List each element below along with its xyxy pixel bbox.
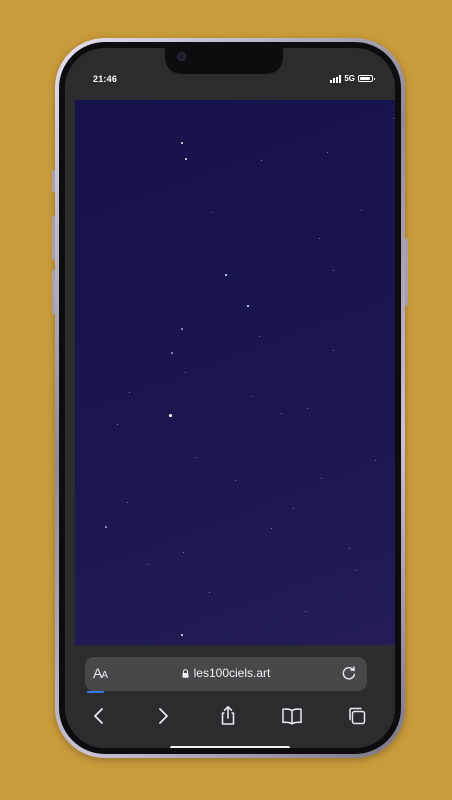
url-display[interactable]: les100ciels.art (85, 666, 367, 680)
star (225, 274, 227, 276)
star (281, 413, 283, 415)
star (251, 396, 252, 397)
tabs-icon (349, 707, 366, 725)
silent-switch (52, 170, 55, 192)
star (293, 508, 295, 510)
star (327, 152, 329, 154)
star (235, 480, 236, 481)
star (181, 142, 184, 145)
volume-down-button (52, 270, 55, 314)
browser-nav-bar (65, 703, 395, 731)
reload-icon[interactable] (341, 665, 357, 681)
notch (165, 48, 283, 74)
page-load-progress (87, 691, 104, 693)
browser-toolbar: AA les100ciels.art (65, 645, 395, 748)
tabs-button[interactable] (344, 703, 370, 729)
star (321, 478, 322, 479)
star (333, 350, 334, 351)
forward-button[interactable] (150, 703, 176, 729)
star (393, 118, 395, 120)
power-button (405, 238, 408, 306)
back-icon (94, 708, 103, 724)
star (375, 460, 376, 461)
star (171, 352, 173, 354)
phone-bezel: 21:46 5G AA les100ciels.art (59, 42, 401, 754)
star (271, 528, 272, 529)
star (195, 457, 196, 458)
star (305, 611, 306, 612)
star (147, 564, 148, 565)
star (169, 414, 172, 417)
status-bar: 21:46 5G (65, 48, 395, 98)
back-button[interactable] (86, 703, 112, 729)
star (319, 238, 320, 239)
bookmarks-button[interactable] (279, 703, 305, 729)
share-icon (221, 706, 235, 725)
phone-screen: 21:46 5G AA les100ciels.art (65, 48, 395, 748)
star (181, 328, 183, 330)
status-time: 21:46 (93, 74, 118, 84)
share-button[interactable] (215, 703, 241, 729)
star (185, 158, 188, 161)
star (117, 424, 118, 425)
star (127, 502, 128, 503)
star (181, 634, 183, 636)
star (261, 160, 263, 162)
front-camera (177, 52, 186, 61)
star (247, 305, 250, 308)
star (355, 570, 356, 571)
url-text: les100ciels.art (193, 666, 271, 680)
star (105, 526, 107, 528)
phone-frame: 21:46 5G AA les100ciels.art (52, 38, 408, 758)
star (211, 212, 212, 213)
address-bar[interactable]: AA les100ciels.art (85, 657, 367, 691)
status-indicators: 5G (330, 74, 375, 83)
star (183, 552, 185, 554)
volume-up-button (52, 216, 55, 260)
web-page-night-sky[interactable] (75, 100, 395, 654)
network-type: 5G (344, 74, 355, 83)
star (209, 592, 210, 593)
forward-icon (159, 708, 168, 724)
lock-icon (182, 668, 189, 678)
star (333, 270, 334, 271)
star (185, 372, 187, 374)
star (361, 210, 362, 211)
bookmarks-icon (282, 708, 302, 725)
star (349, 548, 350, 549)
star (307, 408, 309, 410)
cellular-signal-icon (330, 75, 342, 83)
home-indicator[interactable] (170, 746, 290, 748)
star (129, 392, 130, 393)
star (259, 336, 260, 337)
battery-icon (358, 75, 375, 82)
